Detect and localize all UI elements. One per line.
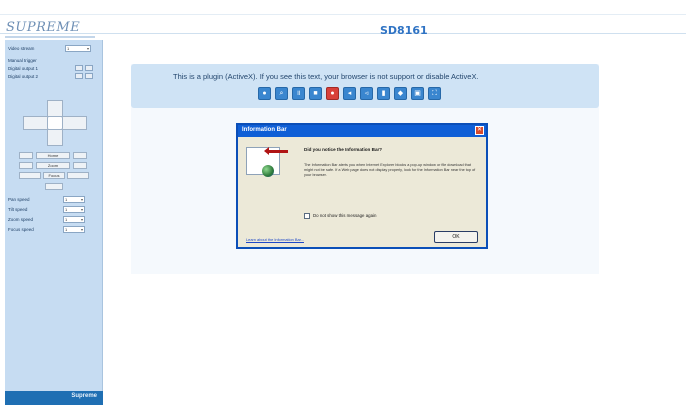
zoom-icon[interactable]: ⌕ — [275, 87, 288, 100]
zoom-speed-label: Zoom speed — [8, 217, 34, 222]
pip-icon[interactable]: ▣ — [411, 87, 424, 100]
focus-speed-value: 1 — [65, 227, 68, 232]
tilt-speed-value: 1 — [65, 207, 68, 212]
sidebar-footer: Supreme — [5, 391, 103, 405]
digital-output-2-toggle[interactable] — [75, 73, 83, 79]
pause-icon[interactable]: ॥ — [292, 87, 305, 100]
talk-icon[interactable]: ▮ — [377, 87, 390, 100]
dialog-title: Information Bar — [242, 127, 287, 133]
focus-speed-label: Focus speed — [8, 227, 34, 232]
digital-output-2-toggle-b[interactable] — [85, 73, 93, 79]
logo-underline — [5, 36, 95, 38]
dialog-heading: Did you notice the Information Bar? — [304, 147, 383, 152]
dont-show-checkbox[interactable] — [304, 213, 310, 219]
close-icon[interactable]: ✕ — [475, 126, 484, 135]
video-stream-select[interactable]: 1 — [65, 45, 91, 52]
ptz-joystick[interactable] — [23, 100, 87, 146]
tilt-speed-select[interactable]: 1 — [63, 206, 85, 213]
volume-icon[interactable]: ◃ — [360, 87, 373, 100]
zoom-out-button[interactable] — [19, 162, 33, 169]
pan-speed-value: 1 — [65, 197, 68, 202]
information-bar-dialog: Information Bar ✕ Did you notice the Inf… — [236, 123, 488, 249]
mic-icon[interactable]: ◆ — [394, 87, 407, 100]
digital-output-1-toggle[interactable] — [75, 65, 83, 71]
record-icon[interactable]: ● — [326, 87, 339, 100]
control-sidebar: Video stream 1 Manual trigger Digital ou… — [5, 40, 103, 405]
pan-speed-select[interactable]: 1 — [63, 196, 85, 203]
globe-icon — [262, 165, 274, 177]
viewer-toolbar: ● ⌕ ॥ ■ ● ◂ ◃ ▮ ◆ ▣ ⛶ — [258, 87, 441, 101]
zoom-speed-select[interactable]: 1 — [63, 216, 85, 223]
ptz-right-button[interactable] — [73, 152, 87, 159]
activex-notice-text: This is a plugin (ActiveX). If you see t… — [173, 72, 479, 81]
camera-icon[interactable]: ● — [258, 87, 271, 100]
video-stream-label: Video stream — [8, 46, 35, 51]
zoom-label-button[interactable]: Zoom — [36, 162, 70, 169]
zoom-in-button[interactable] — [73, 162, 87, 169]
focus-auto-button[interactable]: Focus — [43, 172, 65, 179]
mute-icon[interactable]: ◂ — [343, 87, 356, 100]
pan-speed-label: Pan speed — [8, 197, 30, 202]
browser-page: SUPREME SD8161 Video stream 1 Manual tri… — [0, 0, 686, 405]
red-arrow-icon — [264, 147, 288, 155]
zoom-speed-value: 1 — [65, 217, 68, 222]
fullscreen-icon[interactable]: ⛶ — [428, 87, 441, 100]
focus-near-button[interactable] — [19, 172, 41, 179]
ptz-home-button[interactable]: Home — [36, 152, 70, 159]
digital-output-1-label: Digital output 1 — [8, 66, 39, 71]
focus-far-button[interactable] — [67, 172, 89, 179]
joystick-center-button[interactable] — [47, 116, 63, 130]
manual-trigger-label[interactable]: Manual trigger — [8, 58, 37, 63]
dialog-titlebar: Information Bar ✕ — [238, 125, 486, 137]
ok-button[interactable]: OK — [434, 231, 478, 243]
dialog-body-text: The Information Bar alerts you when Inte… — [304, 163, 476, 178]
dont-show-checkbox-label[interactable]: Do not show this message again — [313, 213, 376, 218]
activex-notice-bar — [131, 64, 599, 108]
ptz-extra-button[interactable] — [45, 183, 63, 190]
page-header: SUPREME SD8161 — [0, 0, 686, 38]
footer-brand: Supreme — [71, 393, 97, 399]
ptz-left-button[interactable] — [19, 152, 33, 159]
learn-more-link[interactable]: Learn about the Information Bar... — [246, 237, 304, 242]
brand-logo[interactable]: SUPREME — [6, 20, 80, 35]
header-strip — [0, 14, 686, 15]
digital-output-1-toggle-b[interactable] — [85, 65, 93, 71]
video-stream-value: 1 — [67, 46, 70, 51]
model-title: SD8161 — [380, 24, 428, 37]
focus-speed-select[interactable]: 1 — [63, 226, 85, 233]
digital-output-2-label: Digital output 2 — [8, 74, 39, 79]
stop-icon[interactable]: ■ — [309, 87, 322, 100]
tilt-speed-label: Tilt speed — [8, 207, 28, 212]
